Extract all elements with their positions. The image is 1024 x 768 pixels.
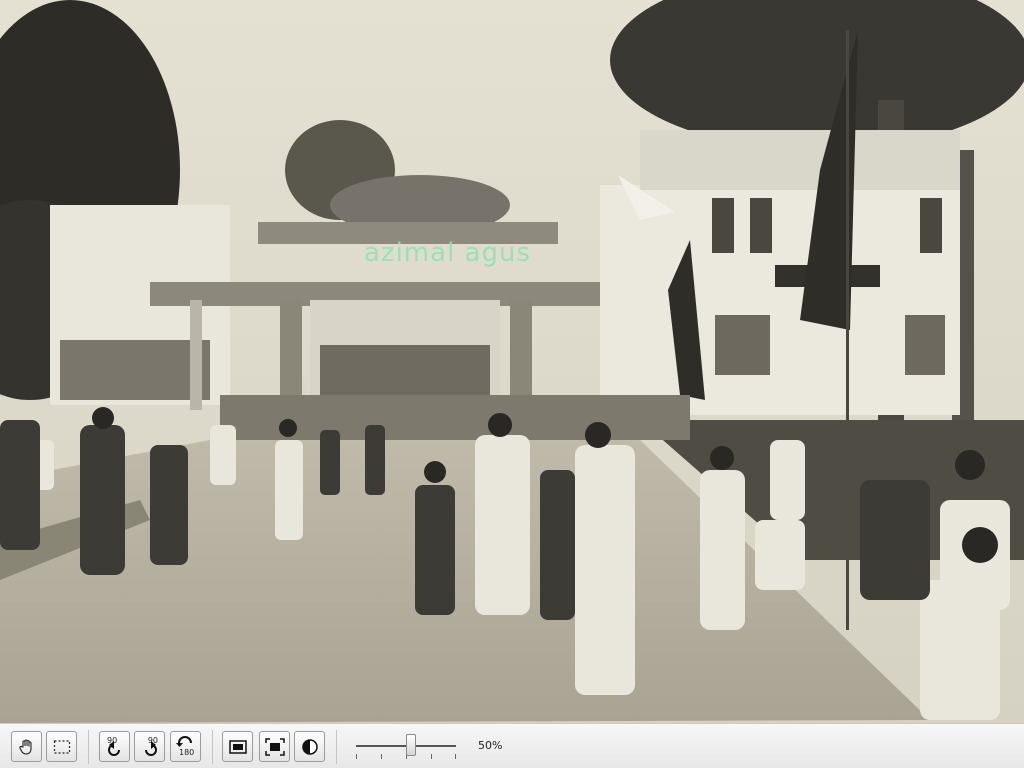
fit-screen-button[interactable] (259, 731, 290, 762)
actual-size-button[interactable] (222, 731, 253, 762)
fit-to-screen-icon (264, 737, 285, 756)
rotate-right-90-button[interactable]: 90 (134, 731, 165, 762)
rotate-left-90-button[interactable]: 90 (99, 731, 130, 762)
toolbar-separator (336, 730, 337, 764)
zoom-level-label: 50% (478, 739, 503, 752)
zoom-slider-thumb[interactable] (406, 734, 416, 756)
zoom-tick (431, 754, 432, 759)
rotate-left-label: 90 (107, 736, 118, 745)
hand-icon (18, 738, 32, 755)
rotate-right-label: 90 (147, 736, 158, 745)
rotate-180-label: 180 (179, 748, 195, 757)
zoom-tick (381, 754, 382, 759)
contrast-button[interactable] (294, 731, 325, 762)
toolbar-separator (88, 730, 89, 764)
street-photo (0, 0, 1024, 723)
marquee-select-icon (53, 739, 70, 754)
pan-tool-button[interactable] (11, 731, 42, 762)
image-frame-icon (228, 739, 247, 754)
image-toolbar: 90 90 180 (0, 723, 1024, 768)
zoom-tick (356, 754, 357, 759)
watermark-text: azimal agus (364, 238, 532, 268)
rotate-180-button[interactable]: 180 (170, 731, 201, 762)
image-viewport[interactable]: azimal agus (0, 0, 1024, 723)
contrast-icon (301, 738, 318, 755)
toolbar-separator (212, 730, 213, 764)
selection-tool-button[interactable] (46, 731, 77, 762)
zoom-tick (455, 754, 456, 759)
